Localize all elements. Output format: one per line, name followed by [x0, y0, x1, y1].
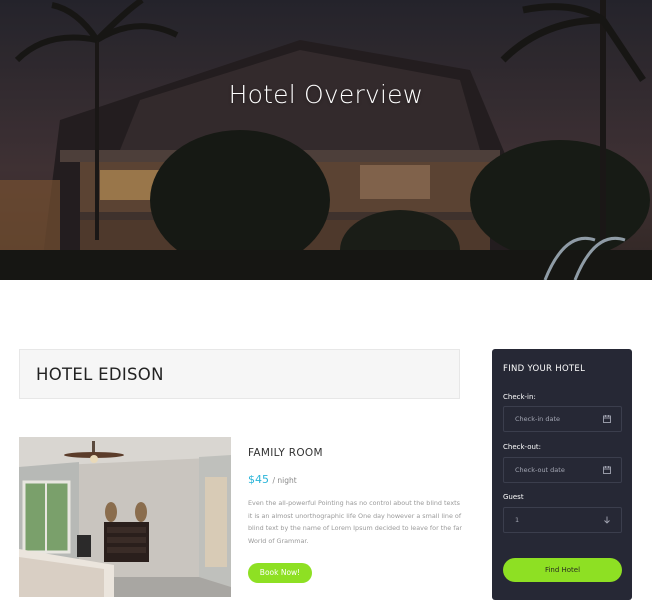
- room-image[interactable]: [19, 437, 231, 597]
- find-hotel-panel: FIND YOUR HOTEL Check-in: Check-in date …: [492, 349, 632, 600]
- panel-title: FIND YOUR HOTEL: [503, 364, 586, 374]
- page-title: Hotel Overview: [228, 80, 424, 109]
- room-price-unit: / night: [272, 476, 297, 485]
- checkout-field[interactable]: Check-out date: [503, 457, 622, 483]
- find-hotel-button[interactable]: Find Hotel: [503, 558, 622, 582]
- calendar-icon: [603, 466, 611, 474]
- room-title: FAMILY ROOM: [248, 447, 323, 459]
- calendar-icon: [603, 415, 611, 423]
- hero-background-image: [0, 0, 652, 280]
- room-photo: [19, 437, 231, 597]
- room-description: Even the all-powerful Pointing has no co…: [248, 499, 463, 545]
- hero-banner: Hotel Overview: [0, 0, 652, 280]
- checkin-placeholder: Check-in date: [515, 415, 560, 423]
- chevron-down-icon: [604, 516, 610, 524]
- checkin-field[interactable]: Check-in date: [503, 406, 622, 432]
- room-price-amount: $45: [248, 473, 269, 486]
- guest-value: 1: [515, 516, 520, 524]
- checkout-label: Check-out:: [503, 443, 542, 451]
- checkout-placeholder: Check-out date: [515, 466, 565, 474]
- guest-select[interactable]: 1: [503, 507, 622, 533]
- checkin-label: Check-in:: [503, 393, 536, 401]
- room-price: $45 / night: [248, 473, 297, 486]
- book-now-button[interactable]: Book Now!: [248, 563, 312, 583]
- hotel-title-box: HOTEL EDISON: [19, 349, 460, 399]
- hotel-name: HOTEL EDISON: [36, 365, 164, 384]
- guest-label: Guest: [503, 493, 524, 501]
